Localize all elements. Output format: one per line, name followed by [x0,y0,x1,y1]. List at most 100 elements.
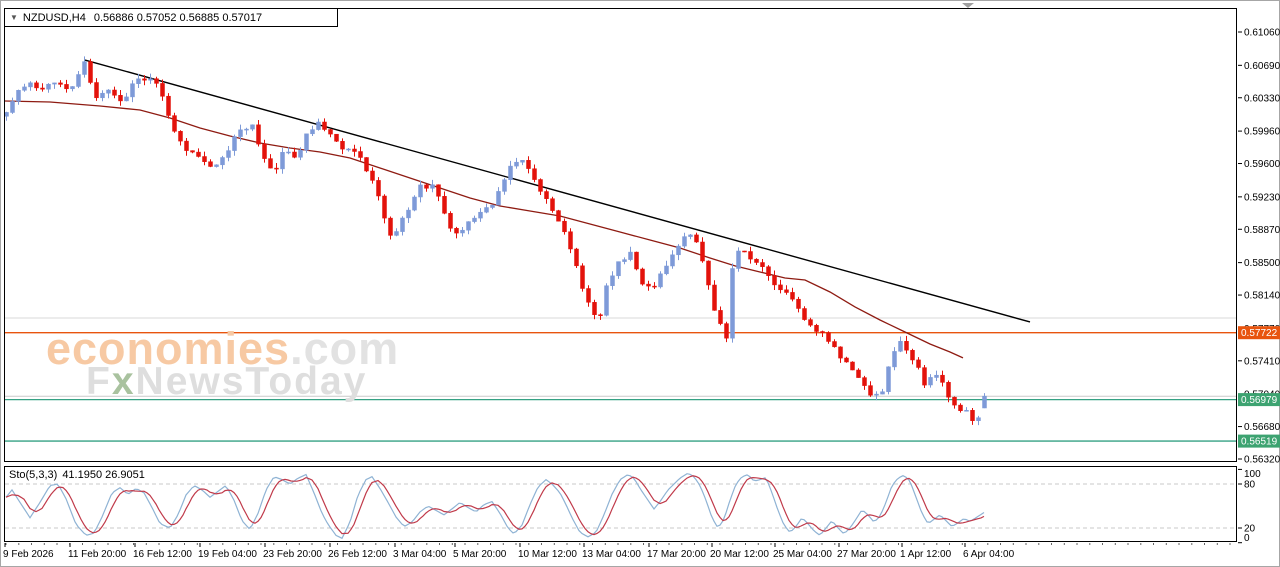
candle [389,217,393,240]
candle [65,80,69,93]
ohlc-values: 0.56886 0.57052 0.56885 0.57017 [94,12,262,24]
candle [881,389,885,395]
candle [875,391,879,400]
candle [701,237,705,262]
candle [533,165,537,183]
trendline [85,60,1030,322]
time-label: 26 Feb 12:00 [328,549,387,560]
candle [713,280,717,311]
candle [833,339,837,347]
time-label: 10 Mar 12:00 [518,549,577,560]
symbol-info-bar[interactable]: ▼NZDUSD,H40.56886 0.57052 0.56885 0.5701… [4,8,338,27]
candle [443,192,447,215]
candle [449,211,453,231]
candle [485,204,489,214]
candle [467,221,471,234]
candle [155,77,159,88]
candle [545,189,549,203]
candle [527,156,531,173]
candle [593,300,597,320]
price-chart-canvas[interactable]: 0.610600.606900.603300.599600.596000.592… [0,0,1280,567]
time-label: 27 Mar 20:00 [837,549,896,560]
candle [557,210,561,222]
candle [725,322,729,342]
candle [617,262,621,279]
candle [323,118,327,131]
candle [779,280,783,294]
stochastic-axis[interactable]: 10080200 [1238,469,1261,544]
candle [125,93,129,102]
candle [905,336,909,354]
candle [365,157,369,172]
time-label: 1 Apr 12:00 [900,549,952,560]
candle [59,80,63,87]
candle [665,261,669,276]
candle [845,357,849,363]
candle [509,161,513,185]
price-tick-label: 0.60690 [1244,61,1280,72]
price-level-label: 0.57722 [1241,328,1278,339]
candle [635,252,639,271]
candle [803,306,807,321]
candle [149,74,153,84]
candle [437,184,441,201]
candle [203,152,207,166]
time-label: 20 Mar 12:00 [710,549,769,560]
candle [107,89,111,98]
candle [455,227,459,239]
candle [497,187,501,205]
candle [737,247,741,271]
candle [503,178,507,195]
candle [353,145,357,157]
candle [419,181,423,203]
candle [653,282,657,289]
candle [965,407,969,411]
stochastic-tick-label: 80 [1244,480,1256,491]
time-axis[interactable]: 9 Feb 202611 Feb 20:0016 Feb 12:0019 Feb… [3,543,1230,560]
candle [341,138,345,154]
candles-layer [5,56,987,425]
price-tick-label: 0.58870 [1244,225,1280,236]
candle [761,259,765,272]
candle [719,307,723,326]
candle [563,219,567,235]
price-tick-label: 0.56320 [1244,455,1280,466]
candle [131,80,135,102]
chart-shift-marker[interactable] [962,3,974,8]
candle [749,247,753,264]
candle [791,288,795,302]
candle [275,163,279,174]
candle [167,93,171,119]
price-tick-label: 0.60330 [1244,93,1280,104]
candle [305,134,309,153]
price-tick-label: 0.56680 [1244,422,1280,433]
candle [95,78,99,101]
candle [941,371,945,387]
stochastic-name: Sto(5,3,3) [9,469,57,481]
candle [395,228,399,236]
candle [161,80,165,101]
candle [929,374,933,388]
candle [317,119,321,131]
candle [473,216,477,224]
time-label: 5 Mar 20:00 [453,549,507,560]
candle [371,167,375,183]
candle [377,177,381,200]
time-label: 9 Feb 2026 [3,549,54,560]
candle [227,146,231,161]
candle [827,331,831,344]
price-tick-label: 0.61060 [1244,28,1280,39]
time-label: 3 Mar 04:00 [393,549,447,560]
symbol-dropdown-icon[interactable]: ▼ [10,13,18,22]
price-axis[interactable]: 0.610600.606900.603300.599600.596000.592… [1238,28,1280,466]
candle [173,113,177,133]
candle [755,258,759,265]
candle [245,128,249,135]
candle [629,247,633,262]
price-tick-label: 0.58140 [1244,291,1280,302]
candle [647,281,651,291]
candle [359,147,363,161]
candle [335,134,339,142]
candle [923,365,927,388]
candle [677,244,681,260]
